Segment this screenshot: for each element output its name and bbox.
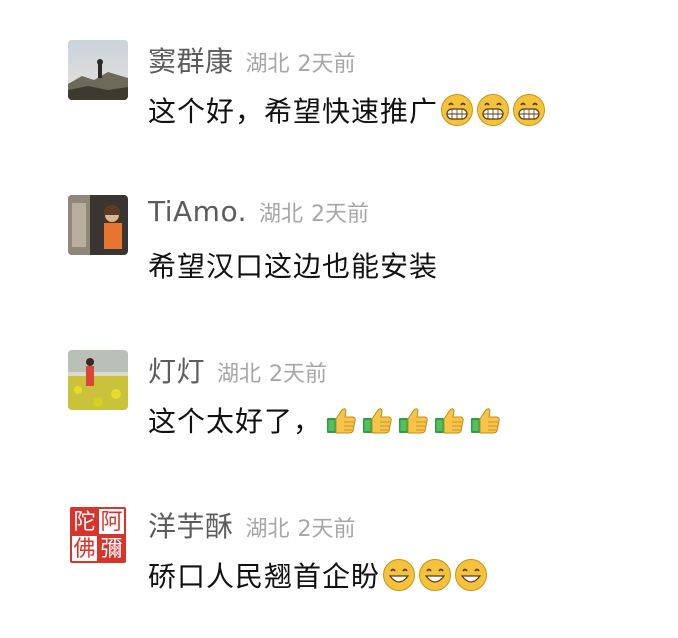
comment-meta: 灯灯 湖北 2天前 [148, 350, 327, 390]
comment-content: 这个太好了， [148, 400, 504, 440]
thumbs-up-icon [432, 403, 466, 437]
comment-text: 这个太好了， [148, 405, 323, 438]
comment-meta: 窦群康 湖北 2天前 [148, 40, 356, 80]
seal-char: 陀 [73, 510, 95, 535]
comment-content: 希望汉口这边也能安装 [148, 245, 440, 285]
comment-text: 这个好，希望快速推广 [148, 95, 439, 128]
avatar[interactable] [68, 195, 128, 255]
thumbs-up-icon [324, 403, 358, 437]
comment-meta: TiAmo. 湖北 2天前 [148, 195, 369, 235]
location: 湖北 [217, 362, 262, 387]
comment-text: 硚口人民翘首企盼 [148, 560, 381, 593]
timestamp: 2天前 [269, 362, 328, 387]
comment-list: 窦群康 湖北 2天前 这个好，希望快速推广 TiAmo. 湖北 2天前 希望汉口… [0, 0, 678, 638]
smiling-face-icon [454, 558, 488, 592]
timestamp: 2天前 [297, 517, 356, 542]
avatar[interactable]: 陀 阿 佛 彌 [68, 505, 128, 565]
comment-text: 希望汉口这边也能安装 [148, 250, 439, 283]
seal-char: 阿 [100, 510, 122, 535]
comment-item: 窦群康 湖北 2天前 这个好，希望快速推广 [68, 40, 628, 160]
timestamp: 2天前 [297, 52, 356, 77]
location: 湖北 [245, 52, 290, 77]
location: 湖北 [245, 517, 290, 542]
username[interactable]: 灯灯 [148, 350, 205, 390]
grin-face-icon [440, 93, 474, 127]
comment-item: 陀 阿 佛 彌 洋芋酥 湖北 2天前 硚口人民翘首企盼 [68, 505, 628, 625]
grin-face-icon [512, 93, 546, 127]
smiling-face-icon [382, 558, 416, 592]
username[interactable]: 窦群康 [148, 40, 234, 80]
grin-face-icon [476, 93, 510, 127]
avatar-field-image [68, 350, 128, 410]
comment-content: 这个好，希望快速推广 [148, 90, 548, 130]
avatar-landscape-image [68, 40, 128, 100]
emoji-group [382, 558, 490, 592]
thumbs-up-icon [396, 403, 430, 437]
seal-char: 佛 [73, 537, 95, 562]
avatar[interactable] [68, 40, 128, 100]
emoji-group [440, 93, 548, 127]
username[interactable]: TiAmo. [148, 195, 247, 228]
comment-item: 灯灯 湖北 2天前 这个太好了， [68, 350, 628, 470]
location: 湖北 [259, 202, 304, 227]
emoji-group [324, 403, 504, 437]
thumbs-up-icon [468, 403, 502, 437]
username[interactable]: 洋芋酥 [148, 505, 234, 545]
comment-item: TiAmo. 湖北 2天前 希望汉口这边也能安装 [68, 195, 628, 315]
comment-meta: 洋芋酥 湖北 2天前 [148, 505, 356, 545]
seal-avatar-icon: 陀 阿 佛 彌 [68, 505, 128, 565]
thumbs-up-icon [360, 403, 394, 437]
avatar[interactable] [68, 350, 128, 410]
seal-char: 彌 [100, 537, 122, 562]
avatar-photo-image [68, 195, 128, 255]
timestamp: 2天前 [311, 202, 370, 227]
smiling-face-icon [418, 558, 452, 592]
comment-content: 硚口人民翘首企盼 [148, 555, 490, 595]
